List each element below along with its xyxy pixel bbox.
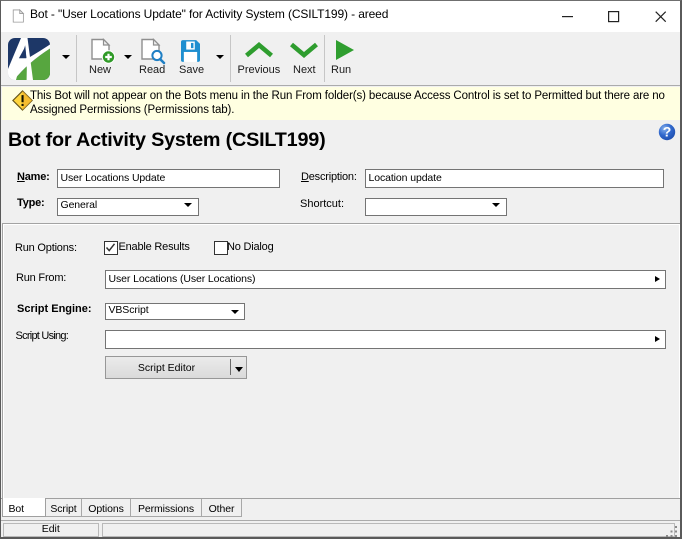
svg-text:?: ? [663, 124, 672, 140]
